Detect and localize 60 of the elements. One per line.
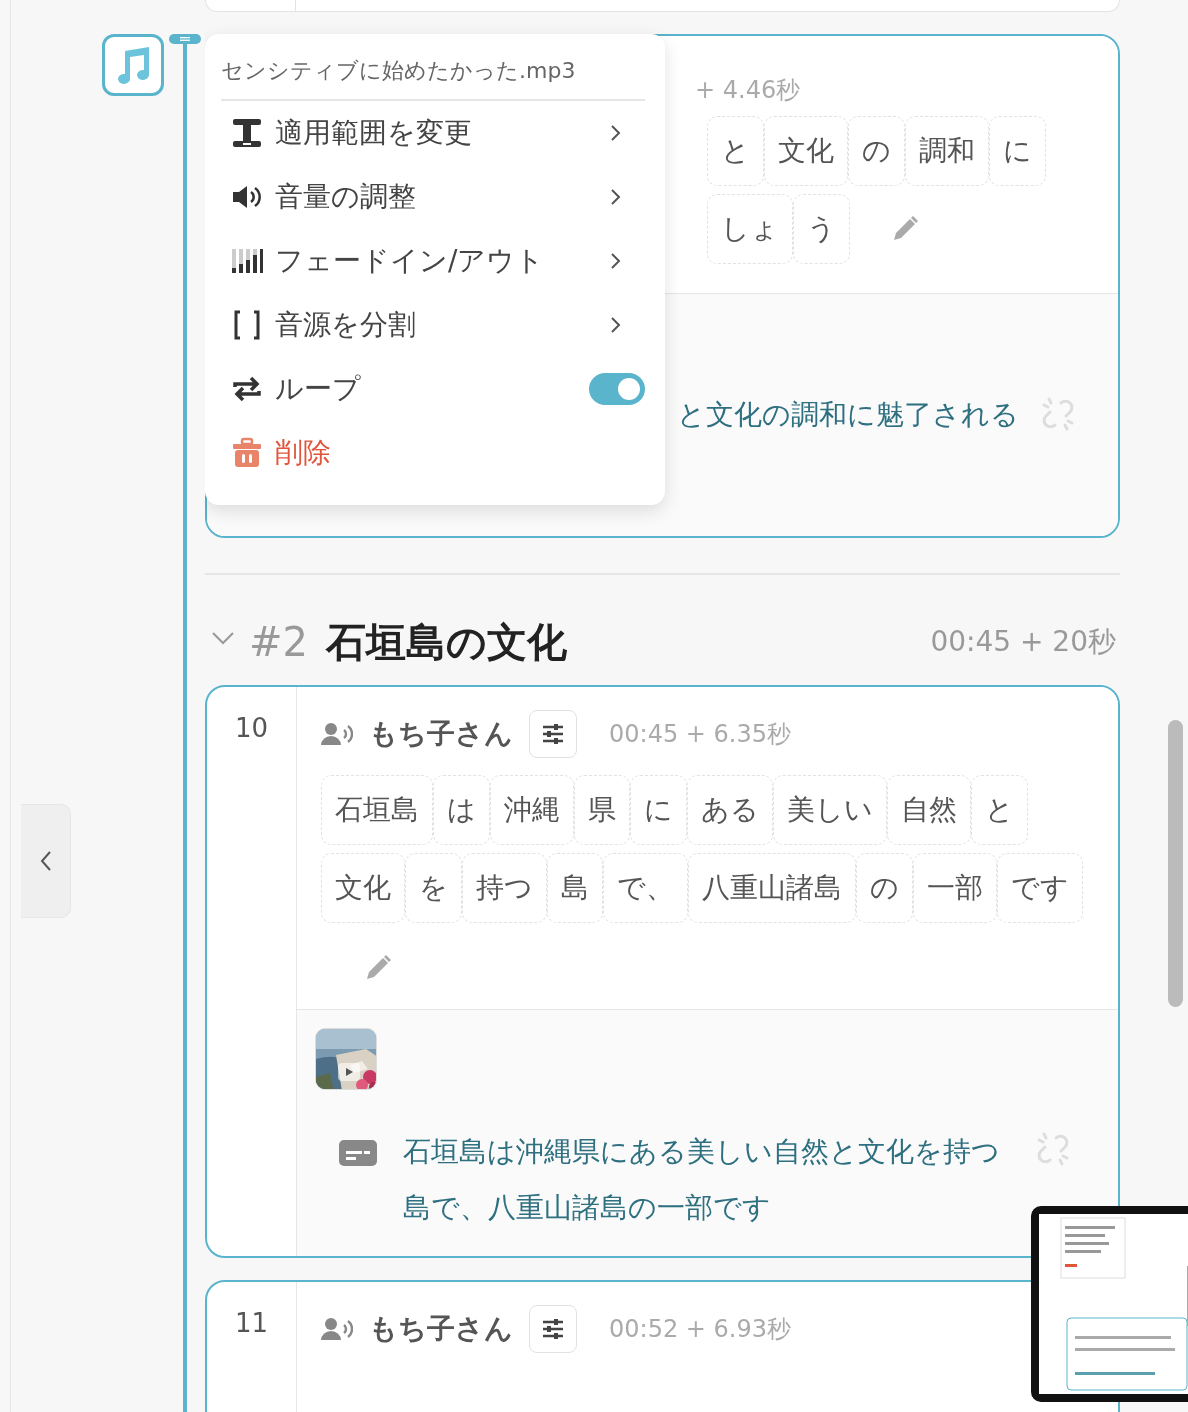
caption-icon <box>339 1140 377 1166</box>
chevron-right-icon <box>609 251 623 271</box>
music-note-icon[interactable] <box>102 34 164 96</box>
loop-switch[interactable] <box>589 373 645 405</box>
word-token[interactable]: 沖縄 <box>490 775 574 845</box>
segment-time: + 4.46秒 <box>695 75 802 106</box>
word-token[interactable]: 文化 <box>764 116 848 186</box>
sliders-icon <box>540 1316 566 1342</box>
menu-item[interactable]: 適用範囲を変更 <box>221 101 645 165</box>
word-token[interactable]: ある <box>687 775 773 845</box>
section-time: 00:45 + 20秒 <box>930 624 1116 660</box>
section-number: #2 <box>249 618 308 667</box>
word-token[interactable]: 島 <box>547 853 603 923</box>
word-token[interactable]: は <box>433 775 490 845</box>
speaker-name[interactable]: もち子さん <box>369 1308 513 1350</box>
word-token[interactable]: しょ <box>707 194 793 264</box>
word-token[interactable]: 八重山諸島 <box>688 853 856 923</box>
word-token[interactable]: 美しい <box>773 775 887 845</box>
segment-time: 00:52 + 6.93秒 <box>609 1314 791 1345</box>
speaker-person-icon <box>321 721 353 747</box>
menu-item[interactable]: フェードイン/アウト <box>221 229 645 293</box>
section-title: 石垣島の文化 <box>325 618 567 667</box>
sliders-icon <box>540 721 566 747</box>
menu-item[interactable]: 音源を分割 <box>221 293 645 357</box>
text-cursor-icon <box>231 117 263 149</box>
menu-item[interactable]: ループ <box>221 357 645 421</box>
trash-icon <box>231 437 263 469</box>
chevron-right-icon <box>609 123 623 143</box>
word-token[interactable]: 持つ <box>462 853 547 923</box>
menu-title: センシティブに始めたかった.mp3 <box>221 54 645 101</box>
play-icon[interactable] <box>338 1063 360 1081</box>
segment-time: 00:45 + 6.35秒 <box>609 719 791 750</box>
chevron-right-icon <box>609 187 623 207</box>
word-token[interactable]: 一部 <box>913 853 997 923</box>
word-token[interactable]: に <box>989 116 1046 186</box>
speaker-name[interactable]: もち子さん <box>369 713 513 755</box>
speaker-person-icon <box>321 1316 353 1342</box>
word-token[interactable]: の <box>856 853 913 923</box>
menu-item[interactable]: 音量の調整 <box>221 165 645 229</box>
menu-item[interactable]: 削除 <box>221 421 645 485</box>
word-token[interactable]: です <box>997 853 1083 923</box>
word-token[interactable]: 文化 <box>321 853 405 923</box>
word-token[interactable]: う <box>793 194 850 264</box>
word-token[interactable]: と <box>707 116 764 186</box>
word-token[interactable]: を <box>405 853 462 923</box>
settings-button[interactable] <box>529 710 577 758</box>
word-token[interactable]: と <box>971 775 1028 845</box>
word-token[interactable]: の <box>848 116 905 186</box>
word-token[interactable]: 石垣島 <box>321 775 433 845</box>
word-token[interactable]: 自然 <box>887 775 971 845</box>
word-token[interactable]: 県 <box>574 775 630 845</box>
settings-button[interactable] <box>529 1305 577 1353</box>
translation-text[interactable]: と文化の調和に魅了される <box>677 387 1019 443</box>
scrollbar-thumb[interactable] <box>1168 720 1183 1007</box>
word-token[interactable]: 調和 <box>905 116 989 186</box>
drag-handle-icon[interactable] <box>169 34 201 44</box>
word-token[interactable]: に <box>630 775 687 845</box>
word-token[interactable]: で、 <box>603 853 688 923</box>
chevron-right-icon <box>609 315 623 335</box>
chevron-left-icon[interactable] <box>38 849 53 873</box>
